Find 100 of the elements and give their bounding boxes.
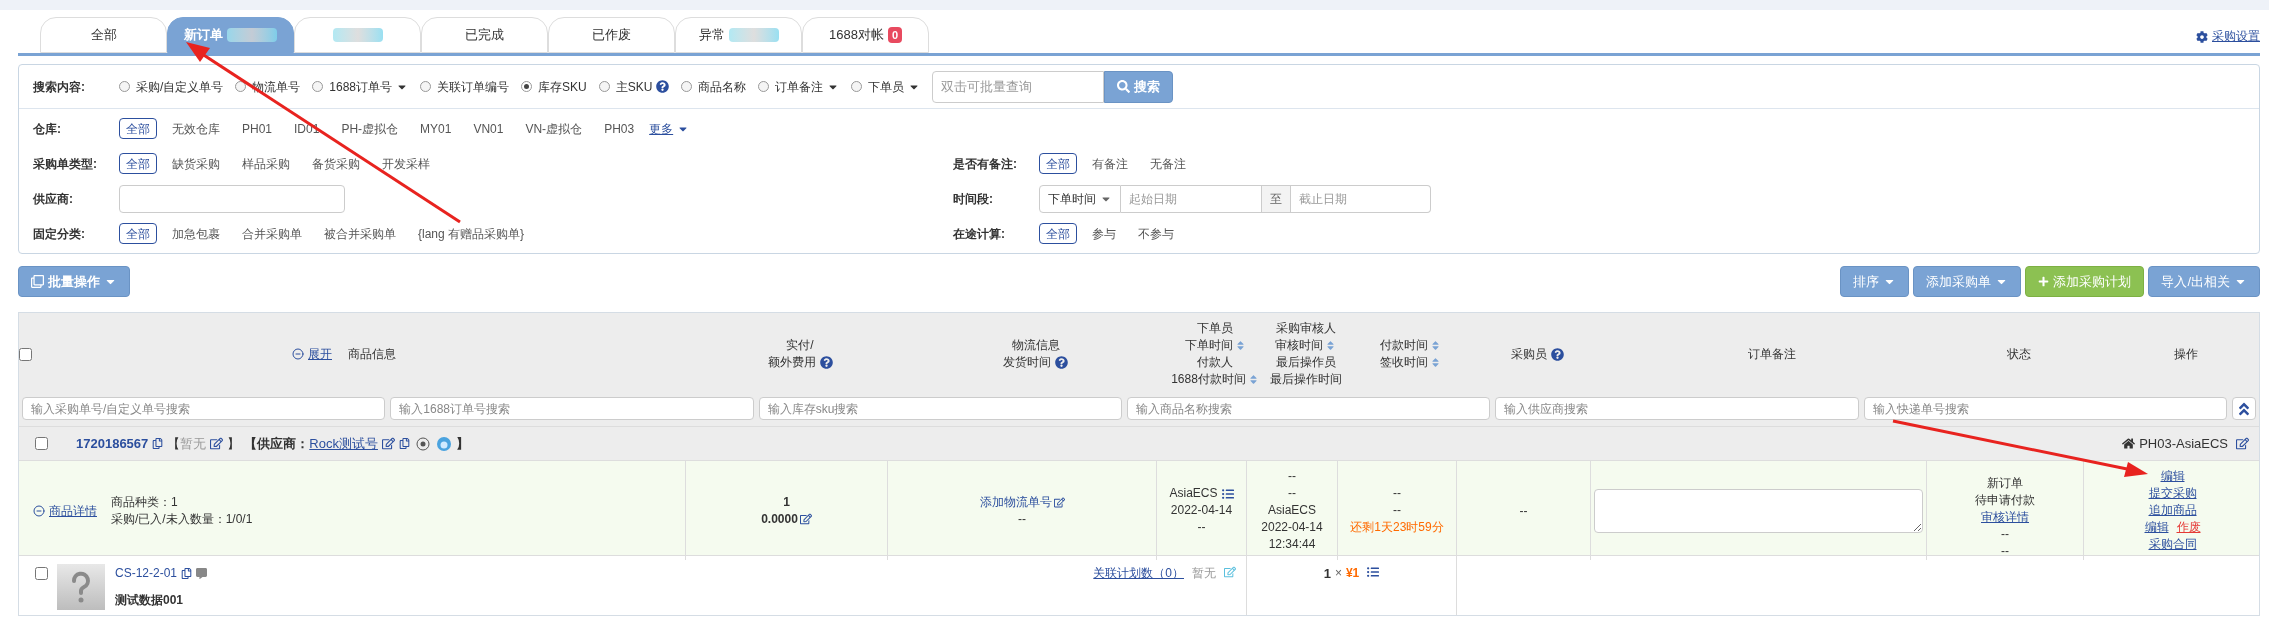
help-icon[interactable]: [819, 356, 833, 369]
search-option[interactable]: 1688订单号: [329, 77, 409, 96]
radio-button[interactable]: [681, 81, 693, 92]
filter-chip[interactable]: 合并采购单: [235, 223, 309, 244]
supplier-link[interactable]: Rock测试号: [309, 433, 378, 454]
column-search-field[interactable]: 输入1688订单号搜索: [390, 397, 754, 420]
action-link[interactable]: 编辑: [2160, 468, 2185, 485]
column-search-field[interactable]: 输入供应商搜索: [1495, 397, 1859, 420]
filter-chip[interactable]: {lang 有赠品采购单}: [411, 223, 532, 244]
search-icon[interactable]: [1117, 80, 1131, 93]
start-date-field[interactable]: 起始日期: [1121, 184, 1261, 213]
filter-chip[interactable]: VN01: [466, 118, 511, 139]
search-option[interactable]: 库存SKU: [538, 77, 587, 96]
filter-chip[interactable]: PH-虚拟仓: [334, 118, 406, 139]
action-link[interactable]: 提交采购: [2148, 485, 2197, 502]
search-option[interactable]: 主SKU: [615, 77, 670, 96]
item-checkbox[interactable]: [35, 567, 48, 580]
filter-chip[interactable]: 全部: [1039, 153, 1077, 174]
search-option[interactable]: 商品名称: [698, 77, 747, 96]
column-search-field[interactable]: 输入快递单号搜索: [1863, 397, 2227, 420]
filter-chip[interactable]: 不参与: [1131, 223, 1181, 244]
radio-button[interactable]: [119, 81, 130, 92]
order-checkbox[interactable]: [35, 437, 48, 450]
filter-chip[interactable]: 全部: [119, 153, 157, 174]
order-number[interactable]: 1720186567: [76, 433, 149, 454]
select-all-checkbox[interactable]: [19, 347, 32, 361]
filter-chip[interactable]: PH03: [597, 118, 642, 139]
filter-chip[interactable]: 无备注: [1143, 153, 1193, 174]
settings-link[interactable]: 采购设置: [2212, 27, 2260, 45]
filter-chip[interactable]: 被合并采购单: [317, 223, 403, 244]
collapse-icon[interactable]: [292, 348, 304, 360]
collapse-icon[interactable]: [33, 504, 45, 517]
seal-icon[interactable]: [415, 436, 430, 451]
list-icon[interactable]: [1221, 487, 1234, 500]
order-remark-field[interactable]: [1594, 488, 1923, 533]
filter-chip[interactable]: MY01: [413, 118, 459, 139]
tab[interactable]: 异常: [675, 17, 802, 53]
filter-chip[interactable]: 加急包裹: [165, 223, 227, 244]
search-option[interactable]: 订单备注: [775, 77, 840, 96]
radio-button[interactable]: [851, 81, 863, 92]
filter-chip[interactable]: 开发采样: [375, 153, 437, 174]
audit-detail-link[interactable]: 审核详情: [1981, 509, 2029, 526]
filter-chip[interactable]: 参与: [1085, 223, 1123, 244]
column-search-field[interactable]: 输入采购单号/自定义单号搜索: [22, 397, 386, 420]
filter-chip[interactable]: 全部: [1039, 223, 1077, 244]
list-icon[interactable]: [1367, 566, 1380, 578]
filter-chip[interactable]: 备货采购: [305, 153, 367, 174]
settings-icon[interactable]: [2196, 31, 2208, 43]
tab[interactable]: 全部: [40, 17, 167, 53]
edit-icon[interactable]: [799, 513, 812, 525]
action-link[interactable]: 作废: [2176, 519, 2201, 536]
search-option[interactable]: 采购/自定义单号: [136, 77, 224, 96]
column-search-field[interactable]: 输入商品名称搜索: [1127, 397, 1491, 420]
chat-bird-icon[interactable]: [435, 435, 452, 452]
radio-button[interactable]: [235, 81, 247, 92]
help-icon[interactable]: [1055, 356, 1068, 369]
filter-chip[interactable]: 有备注: [1085, 153, 1135, 174]
linked-plan-link[interactable]: 关联计划数（0）: [1093, 564, 1184, 582]
add-tracking-link[interactable]: 添加物流单号: [979, 493, 1052, 511]
radio-button[interactable]: [420, 81, 432, 92]
more-link[interactable]: 更多: [649, 119, 674, 138]
filter-chip[interactable]: VN-虚拟仓: [518, 118, 590, 139]
comment-icon[interactable]: [196, 567, 208, 579]
radio-button[interactable]: [758, 81, 770, 92]
tab[interactable]: 1688对帐 0: [802, 17, 929, 53]
tab[interactable]: 已作废: [548, 17, 675, 53]
action-link[interactable]: 编辑: [2144, 519, 2169, 536]
filter-chip[interactable]: 无效仓库: [165, 118, 227, 139]
radio-button[interactable]: [312, 81, 324, 92]
radio-button[interactable]: [598, 81, 610, 92]
time-type-select[interactable]: 下单时间: [1039, 184, 1121, 213]
filter-chip[interactable]: 全部: [119, 118, 157, 139]
action-link[interactable]: 追加商品: [2148, 502, 2197, 519]
edit-icon[interactable]: [2236, 437, 2249, 450]
filter-label: 在途计算:: [953, 225, 1006, 243]
product-detail-toggle[interactable]: 商品详情: [49, 501, 97, 520]
expand-toggle[interactable]: 展开: [308, 345, 332, 363]
filter-chip[interactable]: PH01: [235, 118, 280, 139]
copy-icon[interactable]: [181, 567, 193, 579]
copy-icon[interactable]: [152, 438, 164, 449]
filter-chip[interactable]: 全部: [119, 223, 157, 244]
help-icon[interactable]: [656, 80, 670, 93]
status-text: 新订单: [1987, 475, 2023, 492]
help-icon[interactable]: [1550, 347, 1564, 361]
edit-icon[interactable]: [210, 437, 224, 450]
search-option[interactable]: 下单员: [868, 77, 921, 96]
edit-icon[interactable]: [381, 437, 395, 450]
search-option[interactable]: 关联订单编号: [437, 77, 510, 96]
batch-search-field[interactable]: 双击可批量查询: [932, 70, 1105, 103]
action-link[interactable]: 采购合同: [2148, 536, 2197, 553]
column-search-field[interactable]: 输入库存sku搜索: [758, 397, 1122, 420]
radio-button[interactable]: [521, 81, 533, 92]
end-date-field[interactable]: 截止日期: [1291, 184, 1431, 213]
clone-icon[interactable]: [31, 275, 44, 288]
supplier-field[interactable]: [119, 184, 345, 213]
copy-icon[interactable]: [398, 438, 410, 449]
tab[interactable]: 已完成: [421, 17, 548, 53]
edit-icon[interactable]: [1053, 496, 1065, 508]
filter-chip[interactable]: 样品采购: [235, 153, 297, 174]
filter-chip[interactable]: 缺货采购: [165, 153, 227, 174]
